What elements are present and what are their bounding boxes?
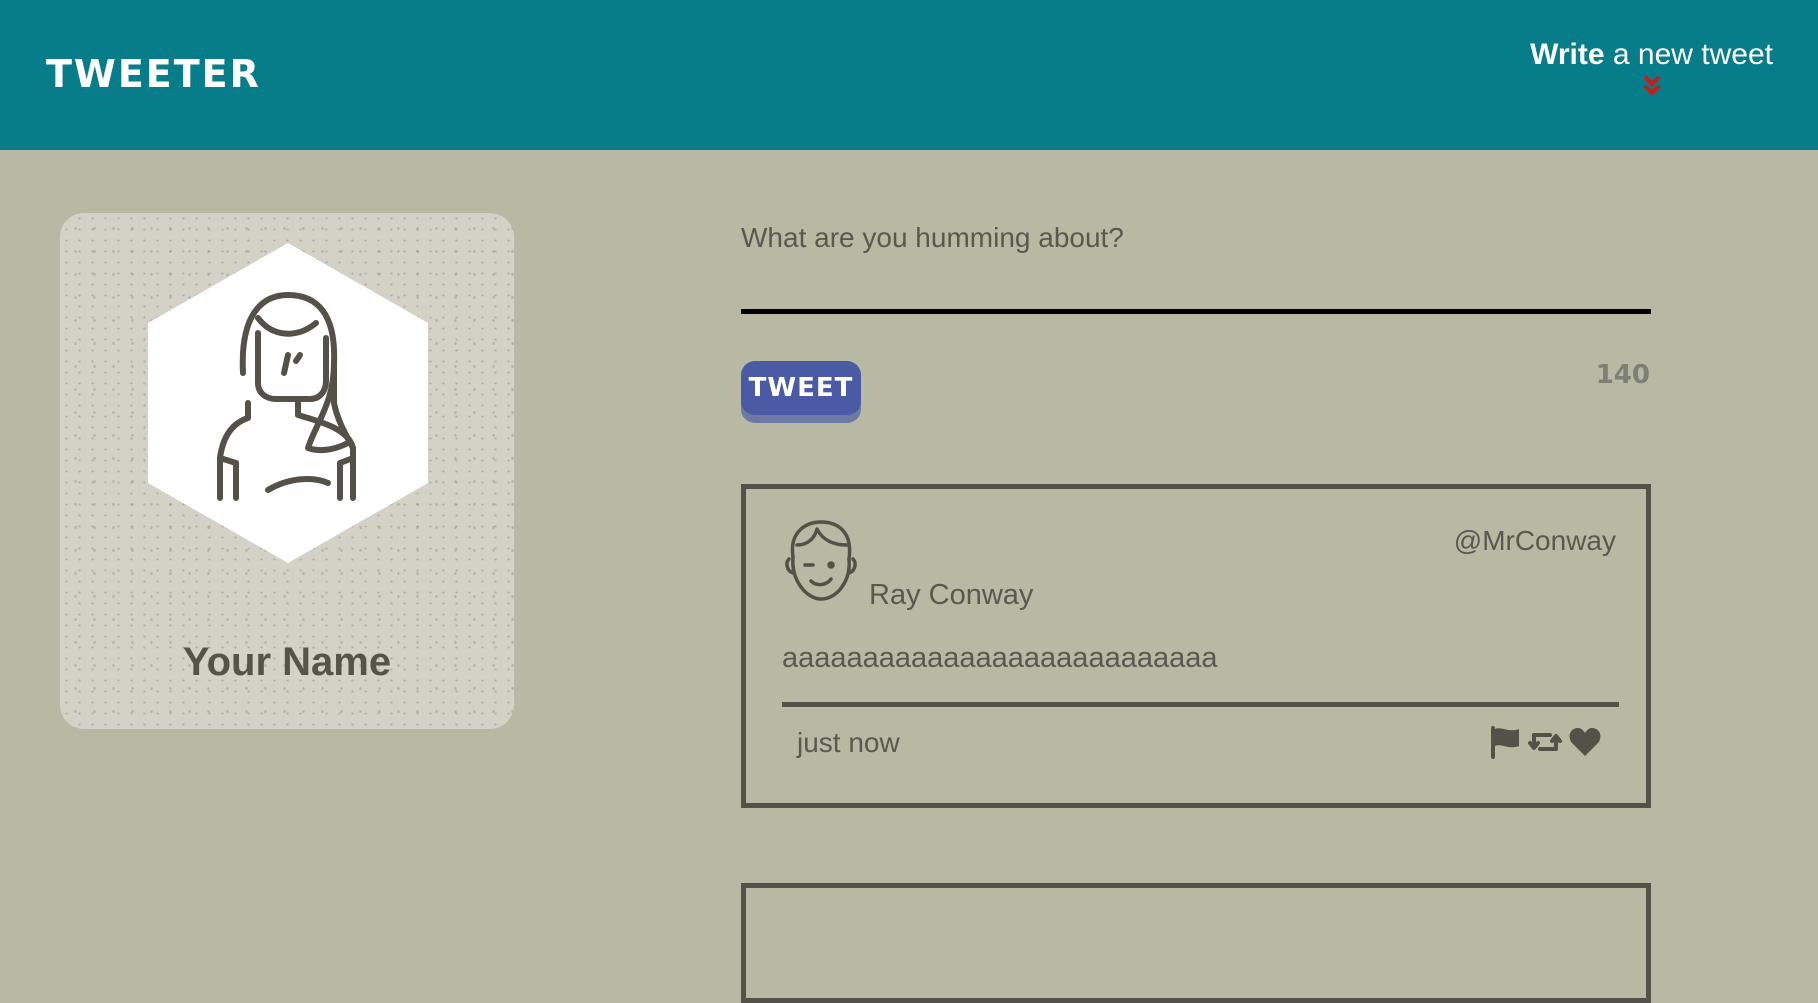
write-label-rest[interactable]: a new tweet xyxy=(1605,38,1773,71)
tweet-timestamp: just now xyxy=(797,727,900,758)
profile-card: Your Name xyxy=(60,213,514,729)
tweet-submit-button[interactable]: TWEET xyxy=(741,361,861,415)
tweet-card: @MrConway Ray Conway aaaaaaaaaaaaaaaaaaa… xyxy=(741,484,1651,808)
retweet-icon[interactable] xyxy=(1528,725,1562,759)
tweet-composer: What are you humming about? xyxy=(741,222,1651,314)
double-chevron-down-icon[interactable] xyxy=(1642,74,1662,98)
character-counter: 140 xyxy=(1595,360,1650,390)
write-new-tweet-toggle[interactable]: Write a new tweet xyxy=(1530,38,1773,98)
tweet-author-name[interactable]: Ray Conway xyxy=(869,579,1033,612)
user-avatar-icon xyxy=(785,520,857,601)
write-label-bold[interactable]: Write xyxy=(1530,38,1604,71)
person-avatar-icon xyxy=(148,243,428,563)
tweet-handle[interactable]: @MrConway xyxy=(1454,525,1616,557)
composer-label: What are you humming about? xyxy=(741,222,1124,253)
tweet-content: aaaaaaaaaaaaaaaaaaaaaaaaaaa xyxy=(782,642,1218,674)
write-new-tweet-label[interactable]: Write a new tweet xyxy=(1530,38,1773,72)
tweet-card xyxy=(741,883,1651,1003)
navbar: TWEETER Write a new tweet xyxy=(0,0,1818,150)
tweet-actions xyxy=(1488,725,1602,759)
flag-icon[interactable] xyxy=(1488,725,1522,759)
tweet-divider xyxy=(782,702,1619,707)
heart-icon[interactable] xyxy=(1568,725,1602,759)
brand-logo[interactable]: TWEETER xyxy=(46,52,261,96)
tweet-textarea[interactable] xyxy=(741,262,1651,314)
profile-name: Your Name xyxy=(182,640,392,684)
